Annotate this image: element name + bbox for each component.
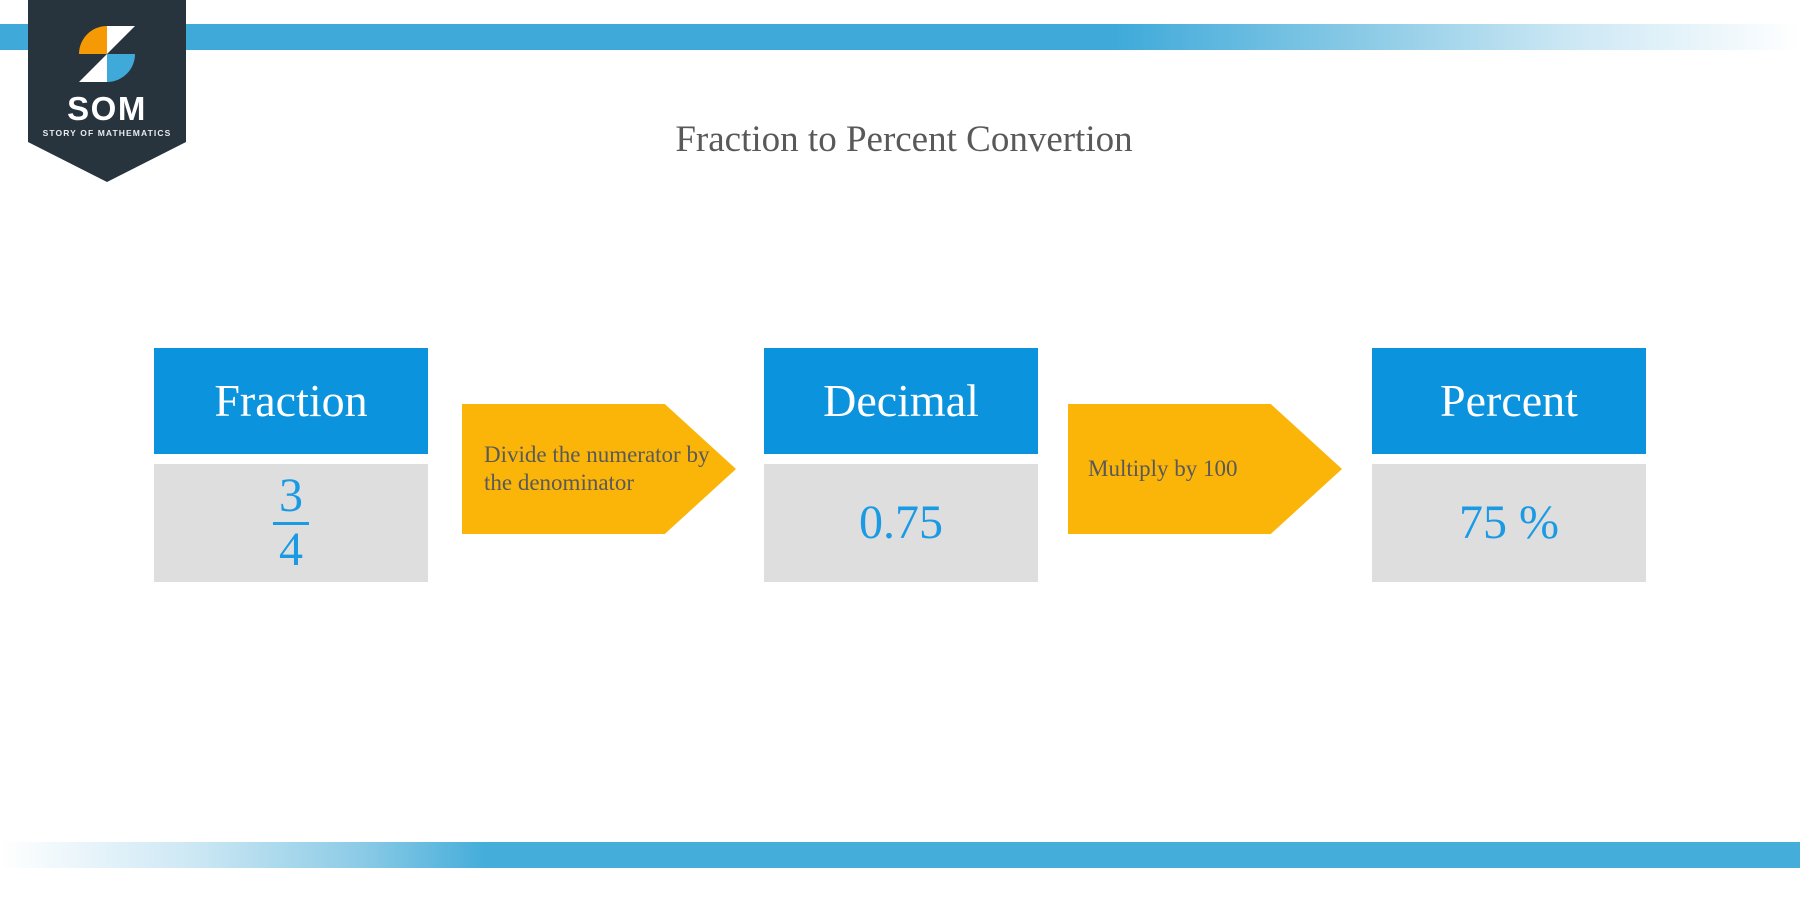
flow-arrow-divide-label: Divide the numerator by the denominator [484,441,710,495]
som-logo-mark-icon [79,26,135,82]
slide-canvas: SOM STORY OF MATHEMATICS Fraction to Per… [0,0,1800,900]
percent-value: 75 % [1459,496,1559,549]
flow-arrow-divide: Divide the numerator by the denominator [462,404,736,534]
flow-stage-percent: Percent 75 % [1372,348,1646,582]
flow-arrow-multiply-label: Multiply by 100 [1088,455,1238,481]
stage-value-fraction: 3 4 [154,464,428,582]
som-wordmark: SOM [67,90,147,127]
flow-stage-fraction: Fraction 3 4 [154,348,428,582]
som-tagline: STORY OF MATHEMATICS [42,128,172,138]
fraction-denominator: 4 [279,522,303,576]
fraction-numerator: 3 [279,469,303,523]
stage-header-fraction: Fraction [154,348,428,454]
stage-header-decimal: Decimal [764,348,1038,454]
stage-header-percent: Percent [1372,348,1646,454]
conversion-flow: Fraction 3 4 Divide the numerator by the… [0,0,1800,900]
decimal-value: 0.75 [859,496,943,549]
stage-value-percent: 75 % [1372,464,1646,582]
fraction-3-over-4: 3 4 [273,469,309,576]
flow-stage-decimal: Decimal 0.75 [764,348,1038,582]
flow-arrow-multiply: Multiply by 100 [1068,404,1342,534]
stage-value-decimal: 0.75 [764,464,1038,582]
